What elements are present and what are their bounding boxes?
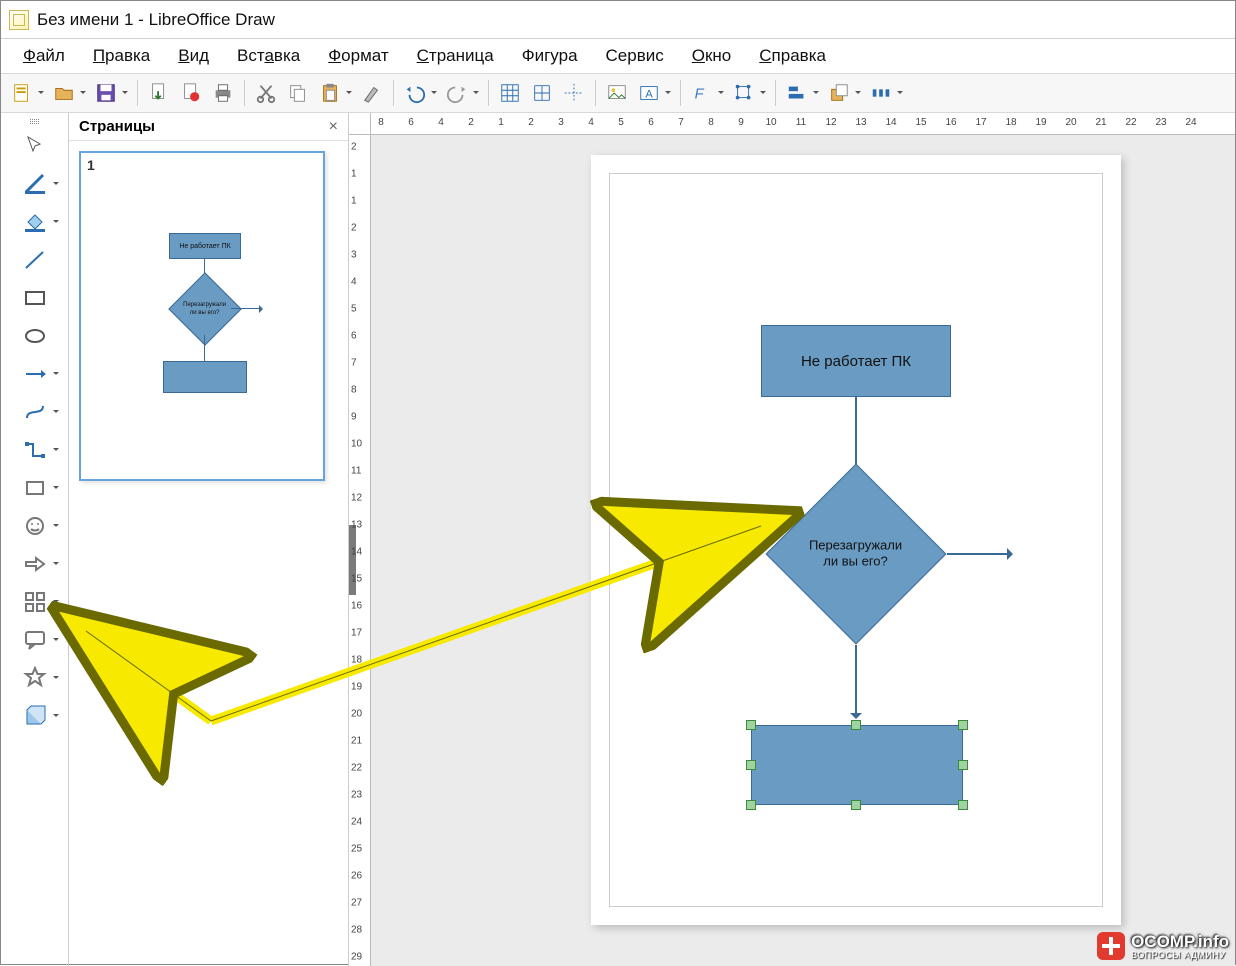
clone-format-button[interactable] (357, 78, 387, 108)
watermark: OCOMP.info ВОПРОСЫ АДМИНУ (1097, 932, 1229, 960)
ellipse-tool[interactable] (7, 319, 63, 353)
svg-text:A: A (645, 89, 653, 101)
menu-shape[interactable]: Фигура (510, 42, 590, 70)
new-doc-button[interactable] (7, 78, 37, 108)
toolbar-separator (244, 80, 245, 106)
line-color-tool[interactable] (7, 167, 63, 201)
transform-button[interactable] (729, 78, 759, 108)
open-button[interactable] (49, 78, 79, 108)
symbol-shapes-tool[interactable] (7, 509, 63, 543)
arrow-line-tool[interactable] (7, 357, 63, 391)
window-title: Без имени 1 - LibreOffice Draw (37, 10, 275, 30)
toolbar-separator (488, 80, 489, 106)
basic-shapes-tool[interactable] (7, 471, 63, 505)
watermark-brand: OCOMP.info (1131, 933, 1229, 950)
selection-handle[interactable] (958, 760, 968, 770)
fontwork-button[interactable]: F (687, 78, 717, 108)
vruler-scroll-thumb[interactable] (349, 525, 356, 595)
select-tool[interactable] (7, 129, 63, 163)
selection-handle[interactable] (746, 720, 756, 730)
page: Не работает ПК Перезагружали ли вы его? (591, 155, 1121, 925)
thumb-box2 (163, 361, 247, 393)
guides-button[interactable] (559, 78, 589, 108)
insert-image-button[interactable] (602, 78, 632, 108)
fill-color-tool[interactable] (7, 205, 63, 239)
save-button[interactable] (91, 78, 121, 108)
close-icon[interactable]: × (329, 118, 338, 136)
undo-button[interactable] (400, 78, 430, 108)
paste-button[interactable] (315, 78, 345, 108)
distribute-button[interactable] (866, 78, 896, 108)
selection-handle[interactable] (851, 800, 861, 810)
grid-button[interactable] (495, 78, 525, 108)
callout-tool[interactable] (7, 623, 63, 657)
selection-handle[interactable] (746, 800, 756, 810)
page-thumbnail[interactable]: 1 Не работает ПК Перезагружали ли вы его… (79, 151, 325, 481)
menu-tools[interactable]: Сервис (594, 42, 676, 70)
menu-view[interactable]: Вид (166, 42, 221, 70)
menu-format[interactable]: Формат (316, 42, 400, 70)
watermark-cross-icon (1097, 932, 1125, 960)
connector[interactable] (855, 645, 857, 715)
export-button[interactable] (144, 78, 174, 108)
copy-button[interactable] (283, 78, 313, 108)
menu-window[interactable]: Окно (680, 42, 744, 70)
toolbar-separator (137, 80, 138, 106)
flow-process-box-selected[interactable] (751, 725, 963, 805)
thumb-decision: Перезагружали ли вы его? (168, 272, 242, 346)
pages-panel-title: Страницы (79, 118, 155, 135)
title-bar: Без имени 1 - LibreOffice Draw (1, 1, 1235, 39)
line-tool[interactable] (7, 243, 63, 277)
rectangle-tool[interactable] (7, 281, 63, 315)
arrange-button[interactable] (824, 78, 854, 108)
drawing-canvas[interactable]: Не работает ПК Перезагружали ли вы его? (371, 135, 1235, 966)
canvas-area: 8642123456789101112131415161718192021222… (349, 113, 1235, 966)
selection-handle[interactable] (958, 800, 968, 810)
drawing-toolbox (1, 113, 69, 966)
cut-button[interactable] (251, 78, 281, 108)
arrowhead-right-icon (1007, 548, 1019, 560)
menu-edit[interactable]: Правка (81, 42, 162, 70)
menu-insert[interactable]: Вставка (225, 42, 312, 70)
selection-handle[interactable] (958, 720, 968, 730)
toolbox-grip[interactable] (12, 119, 58, 125)
vertical-ruler[interactable]: 2112345678910111213141516171819202122232… (349, 135, 371, 966)
toolbar-separator (680, 80, 681, 106)
toolbar-separator (595, 80, 596, 106)
menu-page[interactable]: Страница (405, 42, 506, 70)
redo-button[interactable] (442, 78, 472, 108)
ruler-corner (349, 113, 371, 135)
menu-bar: Файл Правка Вид Вставка Формат Страница … (1, 39, 1235, 73)
watermark-sub: ВОПРОСЫ АДМИНУ (1131, 950, 1229, 960)
export-pdf-button[interactable] (176, 78, 206, 108)
connector[interactable] (947, 553, 1009, 555)
selection-handle[interactable] (851, 720, 861, 730)
standard-toolbar: A F (1, 73, 1235, 113)
menu-help[interactable]: Справка (747, 42, 838, 70)
curve-tool[interactable] (7, 395, 63, 429)
star-tool[interactable] (7, 661, 63, 695)
toolbar-separator (775, 80, 776, 106)
toolbar-separator (393, 80, 394, 106)
svg-text:F: F (695, 87, 705, 103)
3d-tool[interactable] (7, 699, 63, 733)
flow-terminal-box[interactable]: Не работает ПК (761, 325, 951, 397)
flowchart-tool[interactable] (7, 585, 63, 619)
selection-handle[interactable] (746, 760, 756, 770)
connector-tool[interactable] (7, 433, 63, 467)
print-button[interactable] (208, 78, 238, 108)
snap-grid-button[interactable] (527, 78, 557, 108)
menu-file[interactable]: Файл (11, 42, 77, 70)
flow-box1-text: Не работает ПК (801, 353, 911, 370)
flow-decision-text: Перезагружали ли вы его? (809, 538, 902, 571)
app-icon (9, 10, 29, 30)
align-button[interactable] (782, 78, 812, 108)
pages-panel: Страницы × 1 Не работает ПК Перезагружал… (69, 113, 349, 966)
insert-textbox-button[interactable]: A (634, 78, 664, 108)
page-number: 1 (87, 157, 95, 173)
thumb-box1: Не работает ПК (169, 233, 241, 259)
horizontal-ruler[interactable]: 8642123456789101112131415161718192021222… (371, 113, 1235, 135)
block-arrows-tool[interactable] (7, 547, 63, 581)
